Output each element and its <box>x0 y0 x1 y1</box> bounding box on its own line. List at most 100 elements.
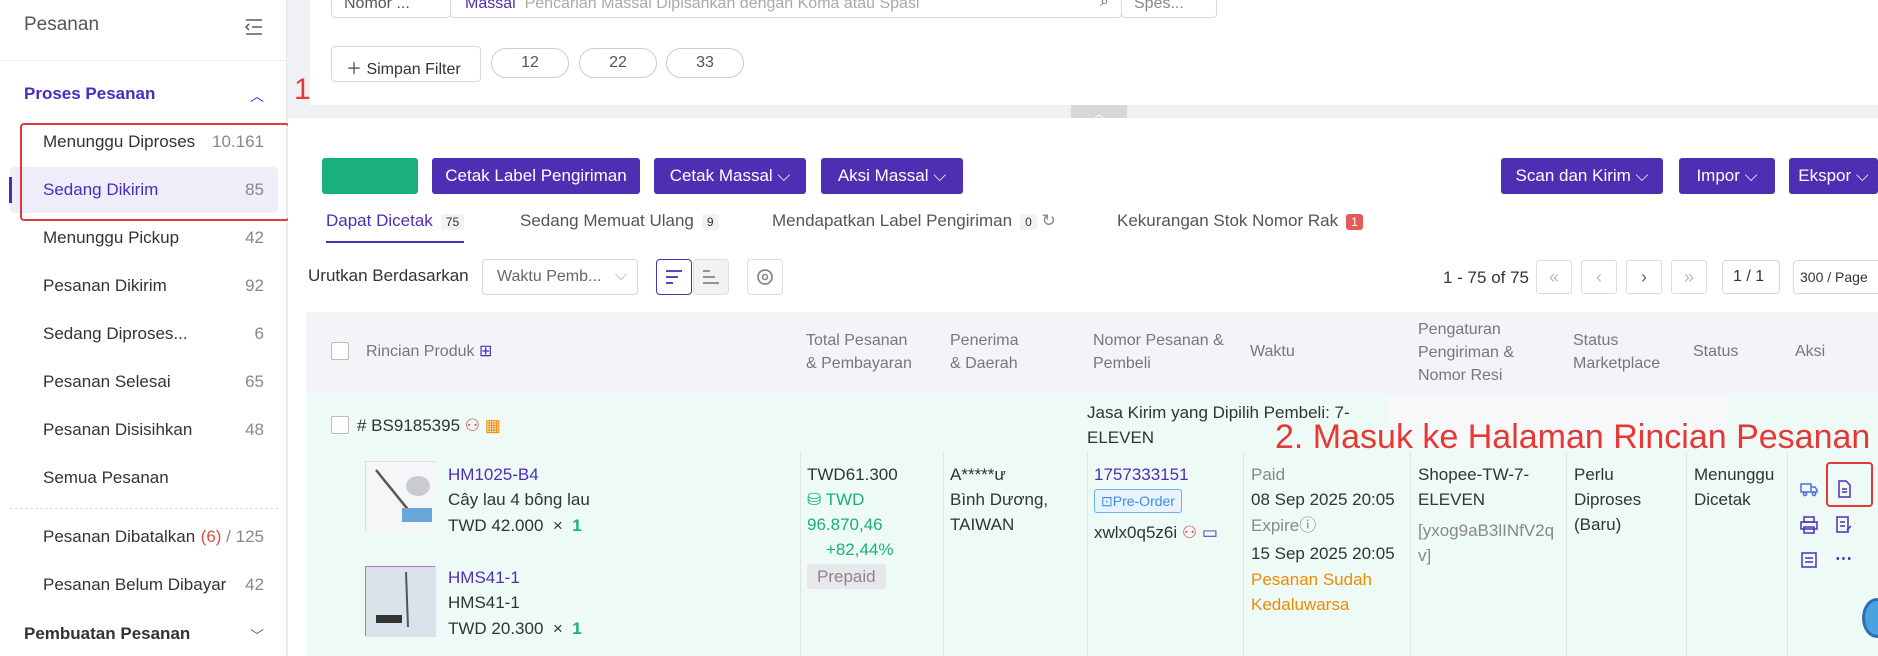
order-total: TWD61.300 <box>807 465 898 484</box>
col-waktu: Waktu <box>1250 343 1295 360</box>
col-status: Status <box>1693 343 1739 360</box>
select-all-checkbox[interactable] <box>331 342 349 360</box>
coins-icon: ⛁ <box>807 490 822 509</box>
product-sku-2[interactable]: HMS41-1 <box>448 565 520 590</box>
spec-select[interactable]: Spes... <box>1121 0 1217 18</box>
tab-dapat-dicetak[interactable]: Dapat Dicetak 75 <box>326 211 465 243</box>
sort-label: Urutkan Berdasarkan <box>308 266 469 285</box>
last-page-icon[interactable]: » <box>1671 260 1707 294</box>
sidebar-item-pesanan-dikirim[interactable]: Pesanan Dikirim 92 <box>10 263 278 309</box>
user-icon: ⚇ <box>464 416 481 435</box>
payment-amount: ⛁ TWD 96.870,46 +82,44% <box>807 490 894 559</box>
col-status-marketplace: Status Marketplace <box>1573 332 1661 372</box>
order-checkbox[interactable] <box>331 416 349 434</box>
list-icon[interactable] <box>1800 551 1818 569</box>
export-button[interactable]: Ekspor ⌵ <box>1789 158 1878 194</box>
product-name-1: Cây lau 4 bông lau <box>448 490 590 509</box>
printer-icon[interactable] <box>1800 516 1818 534</box>
col-penerima: Penerima & Daerah <box>950 332 1019 372</box>
sidebar-group-pembuatan[interactable]: Pembuatan Pesanan ﹀ <box>24 624 264 644</box>
sidebar-item-sedang-diproses[interactable]: Sedang Diproses... 6 <box>10 311 278 357</box>
chat-icon[interactable]: ▭ <box>1202 523 1218 542</box>
tab-mendapatkan-label[interactable]: Mendapatkan Label Pengiriman 0 ↻ <box>772 211 1056 231</box>
prepaid-badge: Prepaid <box>807 564 886 589</box>
pagination-range: 1 - 75 of 75 <box>1443 268 1530 287</box>
product-image[interactable] <box>365 566 436 637</box>
col-aksi: Aksi <box>1795 343 1826 360</box>
print-label-button[interactable]: Cetak Label Pengiriman <box>432 158 640 194</box>
col-total: Total Pesanan & Pembayaran <box>806 332 912 372</box>
page-input[interactable]: 1 / 1 <box>1722 260 1780 294</box>
col-rincian-produk: Rincian Produk ⊞ <box>366 343 493 360</box>
sidebar-group-proses[interactable]: Proses Pesanan ︿ <box>24 84 264 104</box>
tab-kekurangan-stok[interactable]: Kekurangan Stok Nomor Rak 1 <box>1117 211 1363 231</box>
product-name-2: HMS41-1 <box>448 593 520 612</box>
expired-status: Pesanan Sudah Kedaluwarsa <box>1251 570 1372 614</box>
per-page-select[interactable]: 300 / Page <box>1793 260 1878 294</box>
order-number[interactable]: 1757333151 <box>1094 462 1189 487</box>
scan-ship-button[interactable]: Scan dan Kirim ⌵ <box>1501 158 1663 194</box>
sidebar-item-semua-pesanan[interactable]: Semua Pesanan <box>10 455 278 501</box>
paid-time: 08 Sep 2025 20:05 <box>1251 490 1395 509</box>
expire-time: 15 Sep 2025 20:05 <box>1251 544 1395 563</box>
buyer-name: xwlx0q5z6i ⚇ ▭ <box>1094 523 1218 542</box>
sidebar-item-pesanan-disisihkan[interactable]: Pesanan Disisihkan 48 <box>10 407 278 453</box>
product-price-2: TWD 20.300 × 1 <box>448 619 582 638</box>
col-nomor: Nomor Pesanan & Pembeli <box>1093 332 1224 372</box>
recipient-region: Bình Dương, TAIWAN <box>950 490 1049 534</box>
sidebar-item-pesanan-dibatalkan[interactable]: Pesanan Dibatalkan (6) / 125 <box>10 514 278 560</box>
more-icon[interactable]: ⋯ <box>1835 546 1852 571</box>
help-icon[interactable]: ⓘ <box>1299 516 1316 535</box>
settings-gear-icon[interactable] <box>747 259 783 295</box>
filter-chip-2[interactable]: 22 <box>579 48 657 78</box>
user-icon: ⚇ <box>1181 523 1198 542</box>
col-pengaturan: Pengaturan Pengiriman & Nomor Resi <box>1418 321 1515 384</box>
bulk-action-button[interactable]: Aksi Massal ⌵ <box>821 158 963 194</box>
edit-list-icon[interactable] <box>1835 516 1853 534</box>
product-sku-1[interactable]: HM1025-B4 <box>448 462 539 487</box>
filter-chip-3[interactable]: 33 <box>666 48 744 78</box>
sidebar-title: Pesanan <box>24 14 264 44</box>
truck-icon[interactable] <box>1800 480 1818 498</box>
print-bulk-button[interactable]: Cetak Massal ⌵ <box>654 158 806 194</box>
chevron-down-icon: ﹀ <box>250 628 264 644</box>
sidebar-item-menunggu-pickup[interactable]: Menunggu Pickup 42 <box>10 215 278 261</box>
sidebar-item-pesanan-belum-dibayar[interactable]: Pesanan Belum Dibayar 42 <box>10 562 278 608</box>
prev-page-icon[interactable]: ‹ <box>1581 260 1617 294</box>
import-button[interactable]: Impor ⌵ <box>1679 158 1775 194</box>
recipient-name: A*****ư <box>950 465 1006 484</box>
filter-chip-1[interactable]: 12 <box>491 48 569 78</box>
order-id: # BS9185395 ⚇ ▦ <box>357 416 501 435</box>
chevron-up-icon: ︿ <box>250 88 264 104</box>
expand-icon[interactable]: ⊞ <box>479 343 492 360</box>
shipping-method: Shopee-TW-7-ELEVEN <box>1418 465 1530 509</box>
calendar-icon: ▦ <box>484 416 501 435</box>
tab-sedang-memuat-ulang[interactable]: Sedang Memuat Ulang 9 <box>520 211 719 231</box>
annotation-box-1 <box>20 123 290 221</box>
collapse-menu-icon[interactable] <box>244 18 264 36</box>
sort-desc-icon[interactable] <box>656 259 692 295</box>
tracking-number: [yxog9aB3lINfV2qv] <box>1418 521 1555 565</box>
annotation-box-2 <box>1826 462 1873 507</box>
expire-label: Expireⓘ <box>1251 516 1317 535</box>
sidebar: Pesanan Proses Pesanan ︿ Menunggu Diprose… <box>0 0 287 656</box>
sidebar-item-pesanan-selesai[interactable]: Pesanan Selesai 65 <box>10 359 278 405</box>
search-field-select[interactable]: Nomor ... <box>331 0 451 18</box>
annotation-1: 1 <box>294 73 311 106</box>
product-price-1: TWD 42.000 × 1 <box>448 516 582 535</box>
chevron-down-icon: ⌵ <box>614 267 627 284</box>
search-icon[interactable]: ⌕ <box>1100 0 1109 11</box>
refresh-icon[interactable]: ↻ <box>1041 211 1055 230</box>
sort-asc-icon[interactable] <box>693 259 729 295</box>
first-page-icon[interactable]: « <box>1536 260 1572 294</box>
save-filter-button[interactable]: ＋ Simpan Filter <box>331 46 481 82</box>
paid-label: Paid <box>1251 465 1286 484</box>
preorder-tag: ⊡Pre-Order <box>1094 488 1182 513</box>
next-page-icon[interactable]: › <box>1626 260 1662 294</box>
product-image[interactable] <box>365 461 436 532</box>
kirim-button[interactable]: Kirim <box>322 158 418 194</box>
sort-select[interactable]: Waktu Pemb... ⌵ <box>482 259 638 295</box>
marketplace-status: Perlu Diproses (Baru) <box>1574 465 1642 534</box>
search-input[interactable]: Massal Pencarian Massal Dipisahkan denga… <box>450 0 1122 18</box>
order-status: Menunggu Dicetak <box>1694 465 1775 509</box>
